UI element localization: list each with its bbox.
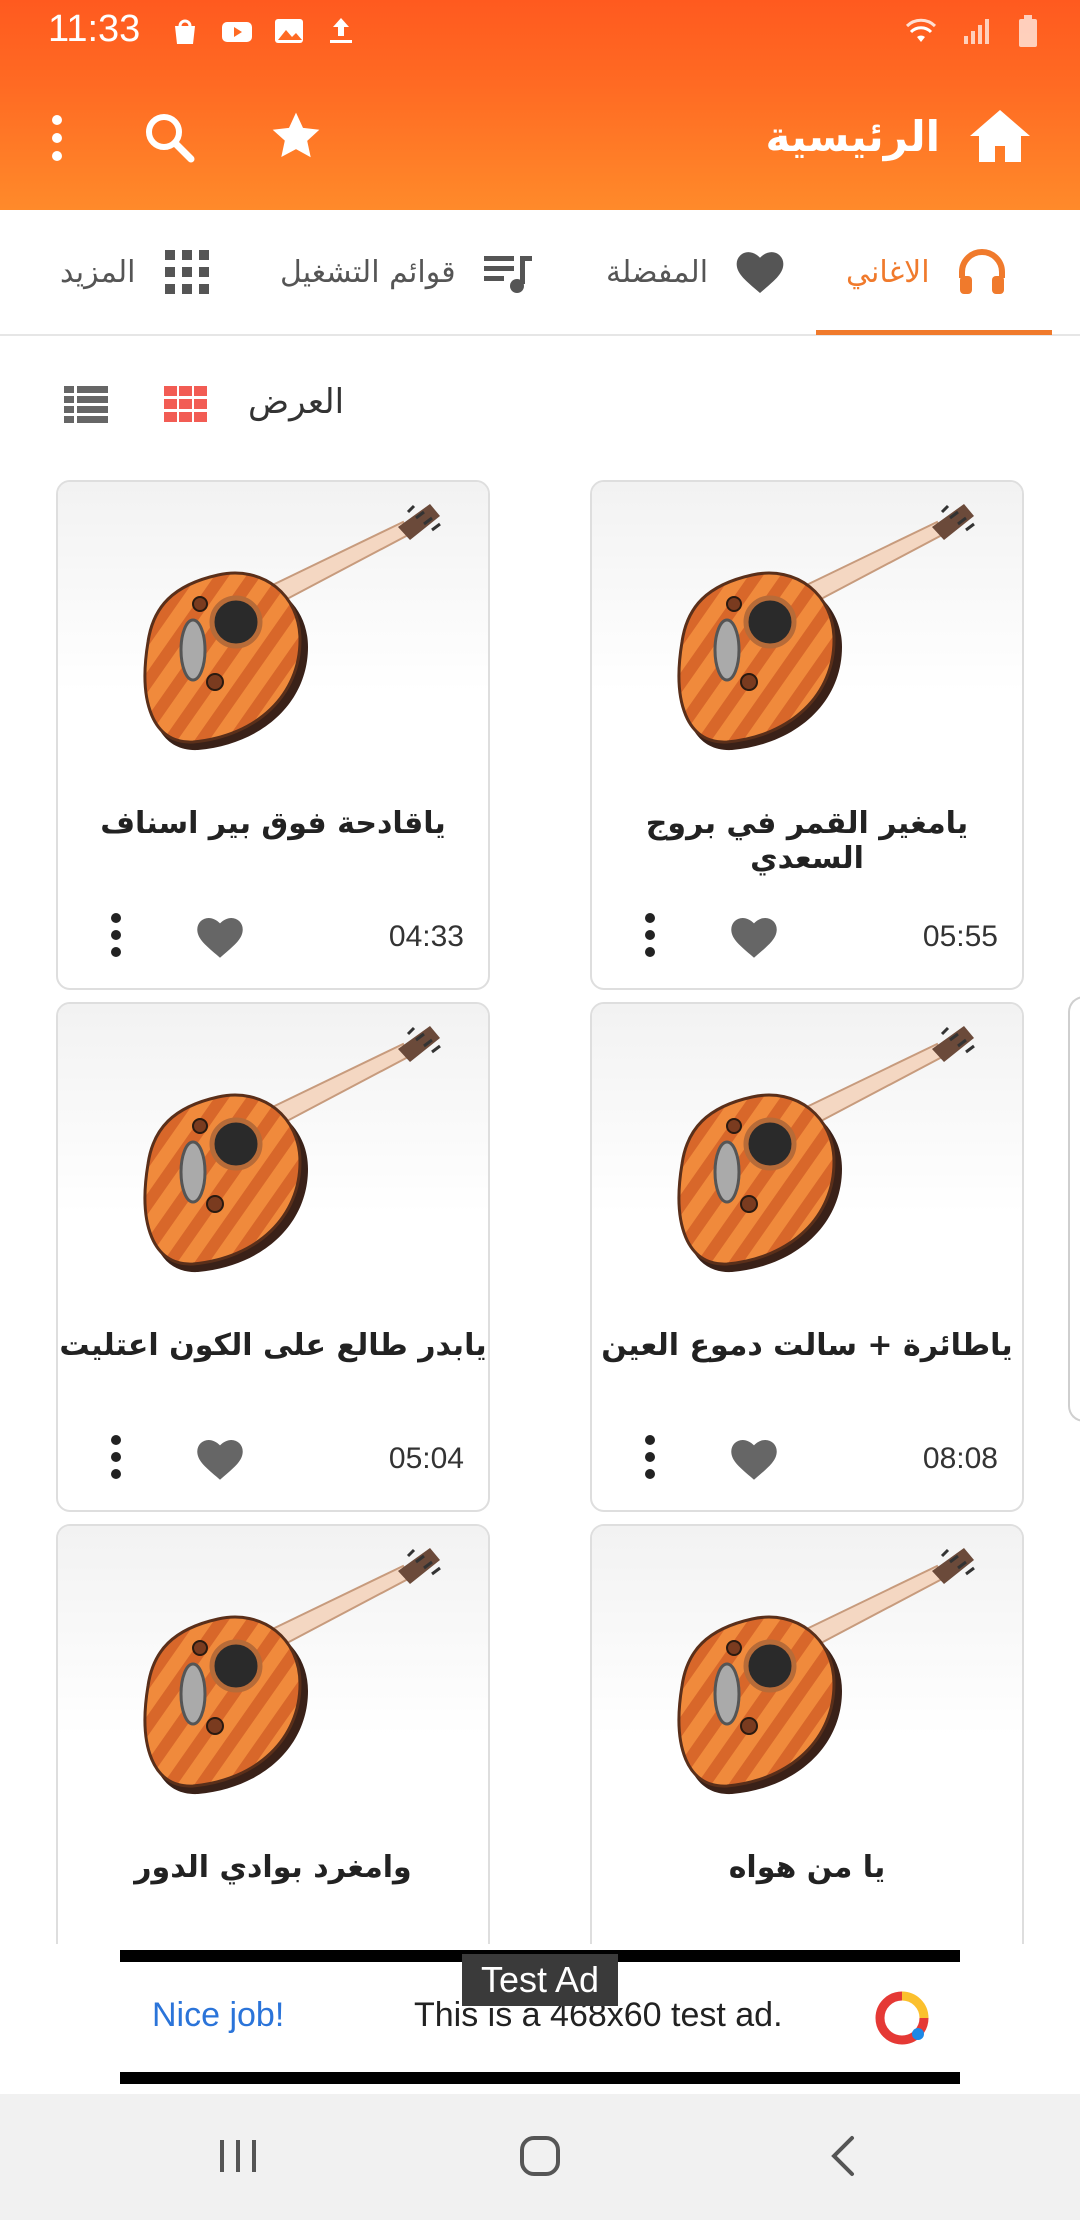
page-title: الرئيسية: [765, 112, 940, 161]
tab-playlists-label: قوائم التشغيل: [280, 254, 456, 290]
song-card[interactable]: وامغرد بوادي الدور: [56, 1524, 490, 1944]
search-icon[interactable]: [142, 110, 198, 166]
top-bar-background: 11:33 الرئيسية: [0, 0, 1080, 210]
tab-songs-label: الاغاني: [846, 254, 930, 290]
favorite-heart-icon[interactable]: [192, 910, 248, 960]
signal-icon: [960, 14, 994, 52]
oud-artwork: [58, 482, 488, 782]
app-bar: الرئيسية: [0, 64, 1080, 210]
song-card[interactable]: يا من هواه: [590, 1524, 1024, 1944]
youtube-icon: [220, 14, 254, 48]
song-card[interactable]: ياقادحة فوق بير اسناف 04:33: [56, 480, 490, 990]
view-label: العرض: [248, 382, 345, 422]
favorite-heart-icon[interactable]: [726, 1432, 782, 1482]
status-bar: 11:33: [0, 0, 1080, 64]
song-title: يا من هواه: [728, 1850, 886, 1885]
favorite-heart-icon[interactable]: [726, 910, 782, 960]
tab-songs[interactable]: الاغاني: [846, 210, 1010, 334]
tab-playlists[interactable]: قوائم التشغيل: [280, 210, 536, 334]
playlist-icon: [480, 244, 536, 300]
status-system-icons: [904, 14, 1040, 52]
image-icon: [272, 14, 306, 48]
tab-favorites[interactable]: المفضلة: [606, 210, 788, 334]
list-view-icon[interactable]: [64, 386, 108, 424]
shopping-bag-icon: [168, 14, 202, 48]
oud-artwork: [58, 1526, 488, 1826]
tab-more[interactable]: المزيد: [60, 210, 215, 334]
tab-more-label: المزيد: [60, 254, 136, 290]
active-tab-indicator: [816, 330, 1052, 335]
status-notification-icons: [168, 14, 358, 48]
more-vert-icon[interactable]: [44, 110, 70, 166]
home-nav-icon[interactable]: [518, 2134, 562, 2178]
system-nav-bar: [0, 2094, 1080, 2220]
star-icon[interactable]: [268, 108, 324, 164]
tab-bar: الاغاني المفضلة قوائم التشغيل المزيد: [0, 210, 1080, 336]
heart-icon: [732, 244, 788, 300]
song-options-icon[interactable]: [108, 910, 124, 960]
home-icon[interactable]: [968, 106, 1032, 166]
song-duration: 05:55: [922, 920, 998, 953]
song-title: ياطائرة + سالت دموع العين: [601, 1328, 1013, 1363]
back-icon[interactable]: [826, 2134, 862, 2178]
wifi-icon: [904, 14, 938, 52]
grid-apps-icon: [159, 244, 215, 300]
tab-favorites-label: المفضلة: [606, 254, 709, 290]
song-card[interactable]: يامغير القمر في بروج السعدي 05:55: [590, 480, 1024, 990]
song-duration: 04:33: [388, 920, 464, 953]
upload-icon: [324, 14, 358, 48]
song-title: ياقادحة فوق بير اسناف: [100, 806, 446, 841]
grid-view-icon[interactable]: [164, 386, 208, 424]
oud-artwork: [592, 1526, 1022, 1826]
status-time: 11:33: [48, 8, 141, 50]
headphones-icon: [954, 244, 1010, 300]
side-drawer-handle[interactable]: [1068, 996, 1080, 1422]
song-card[interactable]: يابدر طالع على الكون اعتليت 05:04: [56, 1002, 490, 1512]
oud-artwork: [592, 482, 1022, 782]
ad-label: Test Ad: [462, 1954, 618, 2006]
song-duration: 08:08: [922, 1442, 998, 1475]
song-options-icon[interactable]: [642, 910, 658, 960]
song-options-icon[interactable]: [108, 1432, 124, 1482]
recents-icon[interactable]: [216, 2136, 260, 2176]
ad-cta-text[interactable]: Nice job!: [152, 1996, 284, 2035]
song-title: يامغير القمر في بروج السعدي: [645, 806, 969, 876]
oud-artwork: [58, 1004, 488, 1304]
song-duration: 05:04: [388, 1442, 464, 1475]
song-title: وامغرد بوادي الدور: [134, 1850, 412, 1885]
ad-logo-icon: [874, 1990, 930, 2046]
oud-artwork: [592, 1004, 1022, 1304]
battery-icon: [1016, 14, 1040, 52]
song-card[interactable]: ياطائرة + سالت دموع العين 08:08: [590, 1002, 1024, 1512]
favorite-heart-icon[interactable]: [192, 1432, 248, 1482]
song-options-icon[interactable]: [642, 1432, 658, 1482]
song-title: يابدر طالع على الكون اعتليت: [59, 1328, 487, 1363]
view-mode-row: العرض: [0, 336, 1080, 476]
